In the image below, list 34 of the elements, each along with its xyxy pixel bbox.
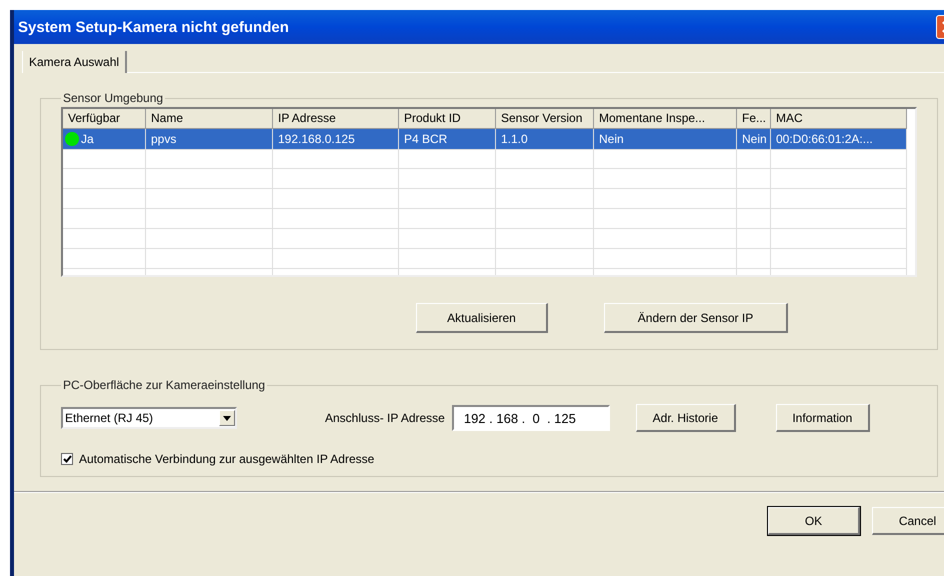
column-header[interactable]: Name [146, 109, 273, 129]
column-header[interactable]: MAC [771, 109, 907, 129]
checkbox[interactable] [61, 453, 73, 465]
cell-text: Ja [81, 132, 94, 146]
ip-label: Anschluss- IP Adresse [325, 411, 445, 425]
ok-button[interactable]: OK [768, 507, 860, 535]
dropdown-arrow-icon [223, 416, 231, 420]
cell-text: 192.168.0.125 [278, 132, 355, 146]
group-title: PC-Oberfläche zur Kameraeinstellung [62, 378, 266, 392]
column-header[interactable]: Verfügbar [63, 109, 146, 129]
group-title: Sensor Umgebung [62, 91, 164, 105]
column-header[interactable]: Momentane Inspe... [594, 109, 737, 129]
column-header[interactable]: Produkt ID [399, 109, 496, 129]
cell-text: P4 BCR [404, 132, 448, 146]
ip-address-field[interactable]: 192 . 168 . 0 . 125 [452, 405, 610, 431]
cell-text: Nein [599, 132, 624, 146]
column-header[interactable]: IP Adresse [273, 109, 399, 129]
window-title: System Setup-Kamera nicht gefunden [18, 18, 289, 36]
cell-text: Nein [742, 132, 767, 146]
cancel-button[interactable]: Cancel [872, 507, 944, 535]
connection-select[interactable]: Ethernet (RJ 45) [61, 407, 237, 429]
cell-text: 1.1.0 [501, 132, 528, 146]
cell-text: 00:D0:66:01:2A:... [776, 132, 873, 146]
tab[interactable]: Kamera Auswahl [22, 51, 128, 73]
information-button[interactable]: Information [776, 404, 870, 432]
cell-text: ppvs [151, 132, 176, 146]
history-button[interactable]: Adr. Historie [636, 404, 736, 432]
refresh-button[interactable]: Aktualisieren [416, 303, 548, 333]
column-header[interactable]: Sensor Version [496, 109, 594, 129]
change-ip-button[interactable]: Ändern der Sensor IP [604, 303, 788, 333]
column-header[interactable]: Fe... [737, 109, 771, 129]
check-icon [62, 455, 72, 463]
table-row[interactable]: Ja ppvs 192.168.0.125 P4 BCR 1.1.0 Nein Nein 00:D0:66:01:2A:... [63, 129, 915, 149]
auto-connect-checkbox[interactable]: Automatische Verbindung zur ausgewählten IP Adresse [61, 452, 917, 466]
